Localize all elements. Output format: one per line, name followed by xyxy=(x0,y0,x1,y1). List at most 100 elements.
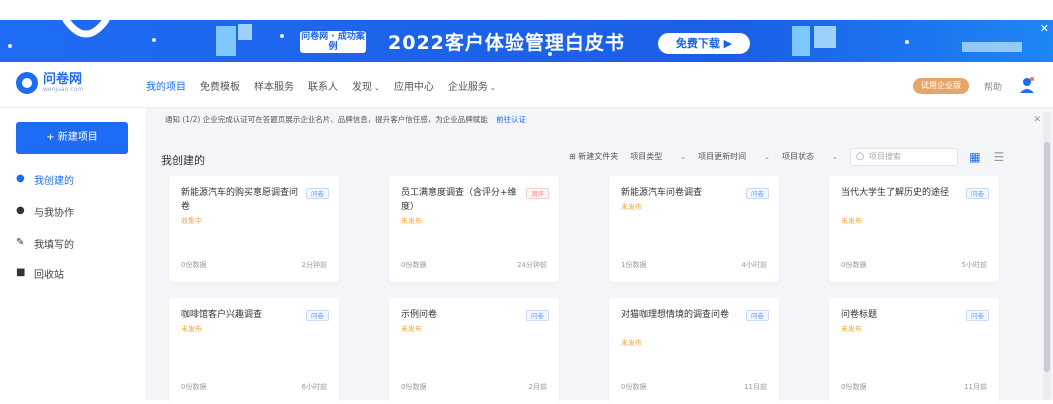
new-folder-button[interactable]: ⊞ 新建文件夹 xyxy=(569,148,618,166)
chevron-down-icon: ⌄ xyxy=(680,153,687,161)
update-time-filter[interactable]: 项目更新时间 ⌄ xyxy=(698,148,770,166)
sidebar-item-label: 我填写的 xyxy=(34,239,74,251)
project-title[interactable]: 员工满意度调查（含评分+维度） xyxy=(401,186,519,214)
nav-item-label: 样本服务 xyxy=(254,82,294,93)
banner-smile-decoration xyxy=(62,20,110,38)
project-card[interactable]: 当代大学生了解历史的途径 问卷 未发布 0份数据 5小时前 xyxy=(829,176,999,282)
nav-item-label: 应用中心 xyxy=(393,82,434,93)
project-card[interactable]: 对猫咖理想情境的调查问卷 问卷 未发布 0份数据 11月前 xyxy=(609,298,779,404)
project-title[interactable]: 问卷标题 xyxy=(841,308,959,322)
free-download-button[interactable]: 免费下载 ▶ xyxy=(658,33,750,54)
scrollbar[interactable] xyxy=(1043,112,1051,400)
project-title[interactable]: 对猫咖理想情境的调查问卷 xyxy=(621,308,739,322)
nav-item[interactable]: 样本服务 xyxy=(254,78,294,93)
banner-block-decoration xyxy=(238,24,252,40)
chevron-down-icon: ⌄ xyxy=(832,153,838,161)
filter-label: 项目类型 xyxy=(630,152,663,161)
nav-item[interactable]: 发现 ⌄ xyxy=(352,78,380,93)
project-title[interactable]: 新能源汽车的购买意愿调查问卷 xyxy=(181,186,299,214)
project-response-count: 0份数据 xyxy=(841,383,867,391)
project-card[interactable]: 新能源汽车问卷调查 问卷 未发布 1份数据 4小时前 xyxy=(609,176,779,282)
banner-block-decoration xyxy=(962,42,1022,52)
promo-banner[interactable]: 问卷网 · 成功案例 2022客户体验管理白皮书 免费下载 ▶ ✕ xyxy=(0,20,1053,62)
project-card[interactable]: 新能源汽车的购买意愿调查问卷 问卷收集中 0份数据 2分钟前 xyxy=(169,176,339,282)
user-avatar-icon[interactable] xyxy=(1018,76,1036,94)
project-type-badge: 问卷 xyxy=(306,310,329,321)
project-title[interactable]: 当代大学生了解历史的途径 xyxy=(841,186,959,200)
grid-view-icon[interactable]: ▦ xyxy=(968,150,982,164)
sidebar-item-label: 与我协作 xyxy=(34,207,74,219)
section-title: 我创建的 xyxy=(161,154,205,167)
sidebar-item-label: 回收站 xyxy=(34,269,64,281)
trash-icon: ■ xyxy=(16,267,26,278)
banner-dot xyxy=(280,34,284,38)
project-type-badge: 测评 xyxy=(526,188,549,199)
notice-close-icon[interactable]: ✕ xyxy=(1033,110,1041,130)
logo-subtitle: wenjuan.com xyxy=(43,86,84,93)
project-updated-time: 24分钟前 xyxy=(517,261,547,269)
banner-block-decoration xyxy=(216,26,236,56)
project-updated-time: 2月前 xyxy=(528,383,547,391)
banner-close-icon[interactable]: ✕ xyxy=(1040,22,1049,35)
notice-certify-link[interactable]: 前往认证 xyxy=(496,115,526,124)
project-status: 未发布 xyxy=(621,203,642,211)
sidebar-item-recycle-bin[interactable]: ■ 回收站 xyxy=(16,264,64,282)
nav-item[interactable]: 免费模板 xyxy=(200,78,240,93)
sidebar-item-collaboration[interactable]: ● 与我协作 xyxy=(16,202,74,220)
nav-item[interactable]: 应用中心 xyxy=(394,78,434,93)
project-response-count: 0份数据 xyxy=(401,383,427,391)
project-card[interactable]: 示例问卷 问卷 未发布 0份数据 2月前 xyxy=(389,298,559,404)
chevron-down-icon: ⌄ xyxy=(764,153,770,161)
project-status-filter[interactable]: 项目状态 ⌄ xyxy=(782,148,838,166)
main-nav: 我的项目 免费模板 样本服务 联系人 发现 ⌄ 应用中心 企业服务 ⌄ xyxy=(146,78,510,93)
chevron-down-icon: ⌄ xyxy=(489,84,496,92)
project-response-count: 0份数据 xyxy=(181,261,207,269)
nav-item[interactable]: 我的项目 xyxy=(146,78,186,93)
trial-enterprise-button[interactable]: 试用企业版 xyxy=(913,78,969,94)
help-link[interactable]: 帮助 xyxy=(984,80,1002,93)
nav-item[interactable]: 联系人 xyxy=(308,78,338,93)
banner-title: 2022客户体验管理白皮书 xyxy=(388,32,625,54)
scrollbar-thumb[interactable] xyxy=(1044,142,1050,372)
project-status: 未发布 xyxy=(401,325,422,333)
project-card[interactable]: 咖啡馆客户兴趣调查 问卷 未发布 0份数据 6小时前 xyxy=(169,298,339,404)
project-title[interactable]: 新能源汽车问卷调查 xyxy=(621,186,739,200)
search-icon: ○ xyxy=(855,151,865,162)
nav-item[interactable]: 企业服务 ⌄ xyxy=(448,78,496,93)
project-title[interactable]: 咖啡馆客户兴趣调查 xyxy=(181,308,299,322)
sidebar-item-created-by-me[interactable]: ● 我创建的 xyxy=(16,170,74,188)
project-status: 收集中 xyxy=(181,217,202,225)
project-type-filter[interactable]: 项目类型 ⌄ xyxy=(630,148,686,166)
logo-icon xyxy=(16,72,38,94)
notice-bar: 通知 (1/2) 企业完成认证可在答题页展示企业名片、品牌信息，提升客户信任感，… xyxy=(155,110,1041,130)
filter-label: 项目更新时间 xyxy=(698,152,747,161)
project-updated-time: 6小时前 xyxy=(301,383,327,391)
project-title[interactable]: 示例问卷 xyxy=(401,308,519,322)
sidebar-item-filled-by-me[interactable]: ✎ 我填写的 xyxy=(16,234,74,252)
nav-item-label: 企业服务 xyxy=(447,82,488,93)
project-status: 未发布 xyxy=(841,217,862,225)
banner-block-decoration xyxy=(814,26,836,48)
project-status: 未发布 xyxy=(841,325,862,333)
project-updated-time: 11月前 xyxy=(744,383,767,391)
banner-block-decoration xyxy=(792,26,810,56)
project-type-badge: 问卷 xyxy=(966,310,989,321)
list-view-icon[interactable]: ☰ xyxy=(992,150,1006,164)
project-updated-time: 5小时前 xyxy=(961,261,987,269)
project-type-badge: 问卷 xyxy=(746,310,769,321)
project-card[interactable]: 问卷标题 问卷未发布 0份数据 11月前 xyxy=(829,298,999,404)
project-card[interactable]: 员工满意度调查（含评分+维度） 测评 未发布 0份数据 24分钟前 xyxy=(389,176,559,282)
project-status: 未发布 xyxy=(181,325,202,333)
new-project-button[interactable]: + 新建项目 xyxy=(16,122,128,154)
banner-dot xyxy=(905,40,909,44)
project-search-input[interactable]: ○ 项目搜索 xyxy=(849,148,958,166)
notice-text: 通知 (1/2) 企业完成认证可在答题页展示企业名片、品牌信息，提升客户信任感，… xyxy=(165,115,488,124)
project-response-count: 0份数据 xyxy=(841,261,867,269)
project-type-badge: 问卷 xyxy=(306,188,329,199)
banner-badge: 问卷网 · 成功案例 xyxy=(300,31,366,53)
project-updated-time: 2分钟前 xyxy=(301,261,327,269)
project-status: 未发布 xyxy=(621,339,642,347)
project-updated-time: 11月前 xyxy=(964,383,987,391)
logo[interactable]: 问卷网 wenjuan.com xyxy=(16,72,83,94)
search-placeholder: 项目搜索 xyxy=(868,152,901,161)
